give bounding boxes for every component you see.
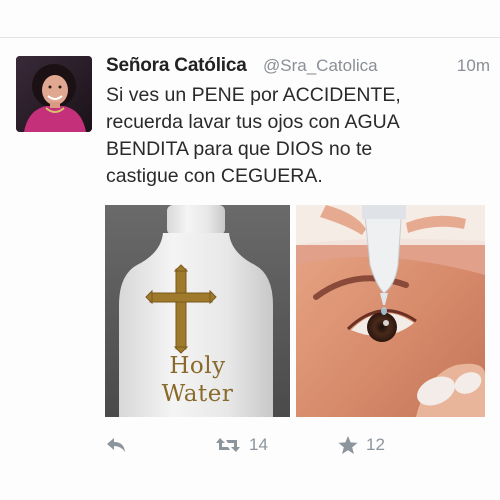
retweet-button[interactable]: 14 [215,430,268,460]
tweet-text-line: Si ves un PENE por ACCIDENTE, [106,84,401,106]
top-divider [0,37,500,38]
tweet-media[interactable]: Holy Water [105,205,485,417]
display-name[interactable]: Señora Católica [106,55,247,77]
holy-water-bottle-image[interactable]: Holy Water [105,205,290,417]
tweet-text-line: BENDITA para que DIOS no te [106,138,373,160]
bottle-label-line: Holy [169,353,226,379]
favorite-button[interactable]: 12 [338,430,385,460]
retweet-count: 14 [249,435,268,454]
favorite-count: 12 [366,435,385,454]
user-handle[interactable]: @Sra_Catolica [263,56,378,76]
tweet-screenshot: Señora Católica @Sra_Catolica 10m Si ves… [0,0,500,500]
tweet-actions: 14 12 [105,430,485,460]
bottle-label-line: Water [161,381,234,407]
reply-button[interactable] [105,430,127,460]
reply-arrow-icon [105,436,127,454]
avatar[interactable] [16,56,92,132]
tweet-header: Señora Católica @Sra_Catolica 10m [106,55,490,79]
eye-drops-image[interactable] [296,205,485,417]
retweet-icon [215,436,241,454]
star-icon [338,435,358,455]
tweet-text-line: castigue con CEGUERA. [106,165,323,187]
tweet-text: Si ves un PENE por ACCIDENTE, recuerda l… [106,82,476,190]
timestamp[interactable]: 10m [457,56,490,76]
tweet-text-line: recuerda lavar tus ojos con AGUA [106,111,400,133]
